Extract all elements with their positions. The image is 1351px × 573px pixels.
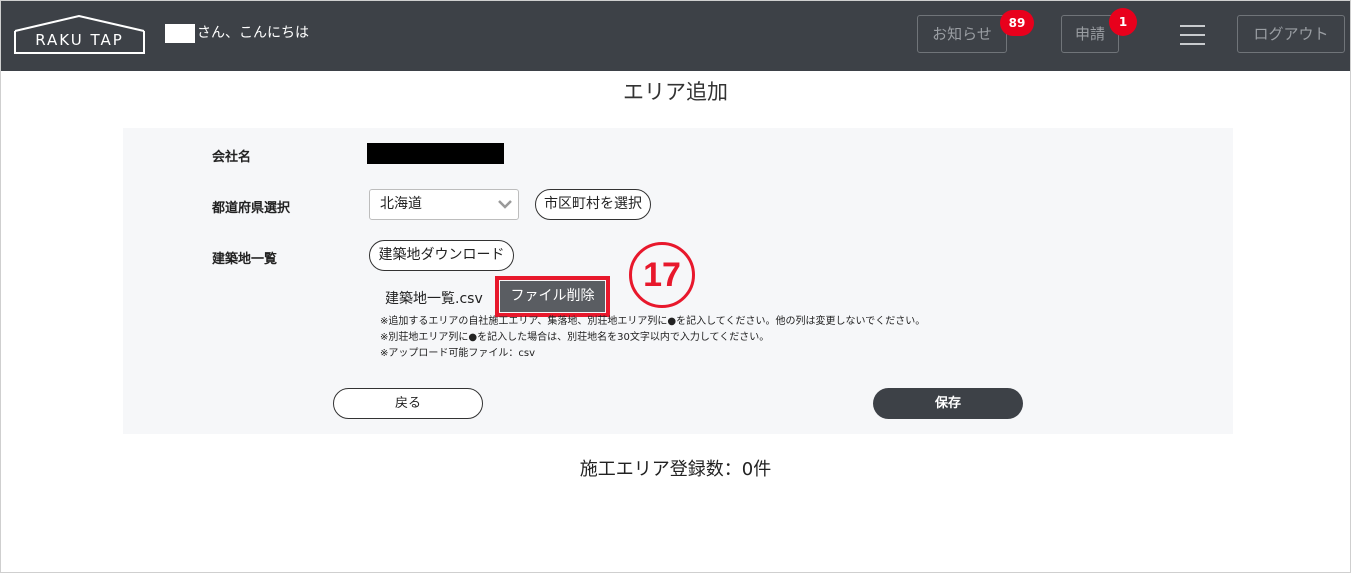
notice-count-badge: 89 — [1000, 10, 1034, 36]
hamburger-menu-icon[interactable] — [1180, 25, 1205, 45]
select-city-button[interactable]: 市区町村を選択 — [535, 189, 651, 220]
note-line-3: ※アップロード可能ファイル：csv — [380, 348, 536, 359]
uploaded-file-name: 建築地一覧.csv — [385, 291, 483, 307]
delete-file-button[interactable]: ファイル削除 — [500, 281, 605, 312]
registered-area-count: 施工エリア登録数：0件 — [579, 459, 772, 480]
back-button[interactable]: 戻る — [333, 388, 483, 419]
note-line-1: ※追加するエリアの自社施工エリア、集落地、別荘地エリア列に●を記入してください。… — [380, 316, 926, 327]
site-list-label: 建築地一覧 — [212, 252, 278, 267]
note-line-2: ※別荘地エリア列に●を記入した場合は、別荘地名を30文字以内で入力してください。 — [380, 332, 770, 343]
prefecture-label: 都道府県選択 — [212, 201, 291, 216]
save-button[interactable]: 保存 — [873, 388, 1023, 419]
logo[interactable]: RAKU TAP — [13, 15, 146, 55]
logo-text: RAKU TAP — [35, 31, 124, 49]
download-sites-button[interactable]: 建築地ダウンロード — [369, 240, 514, 271]
top-header: RAKU TAP さん、こんにちは お知らせ 89 申請 1 ログアウト — [1, 1, 1350, 71]
request-count-badge: 1 — [1109, 8, 1137, 36]
step-number-badge: 17 — [629, 242, 695, 308]
company-label: 会社名 — [212, 150, 252, 165]
username-redacted — [165, 24, 195, 43]
notice-button[interactable]: お知らせ — [917, 15, 1007, 53]
company-name-redacted — [367, 143, 504, 164]
logout-button[interactable]: ログアウト — [1237, 15, 1345, 53]
chevron-down-icon — [498, 200, 512, 209]
greeting-text: さん、こんにちは — [197, 25, 309, 41]
page-title: エリア追加 — [623, 80, 728, 104]
prefecture-select[interactable]: 北海道 — [369, 189, 519, 220]
prefecture-select-value: 北海道 — [380, 196, 422, 212]
